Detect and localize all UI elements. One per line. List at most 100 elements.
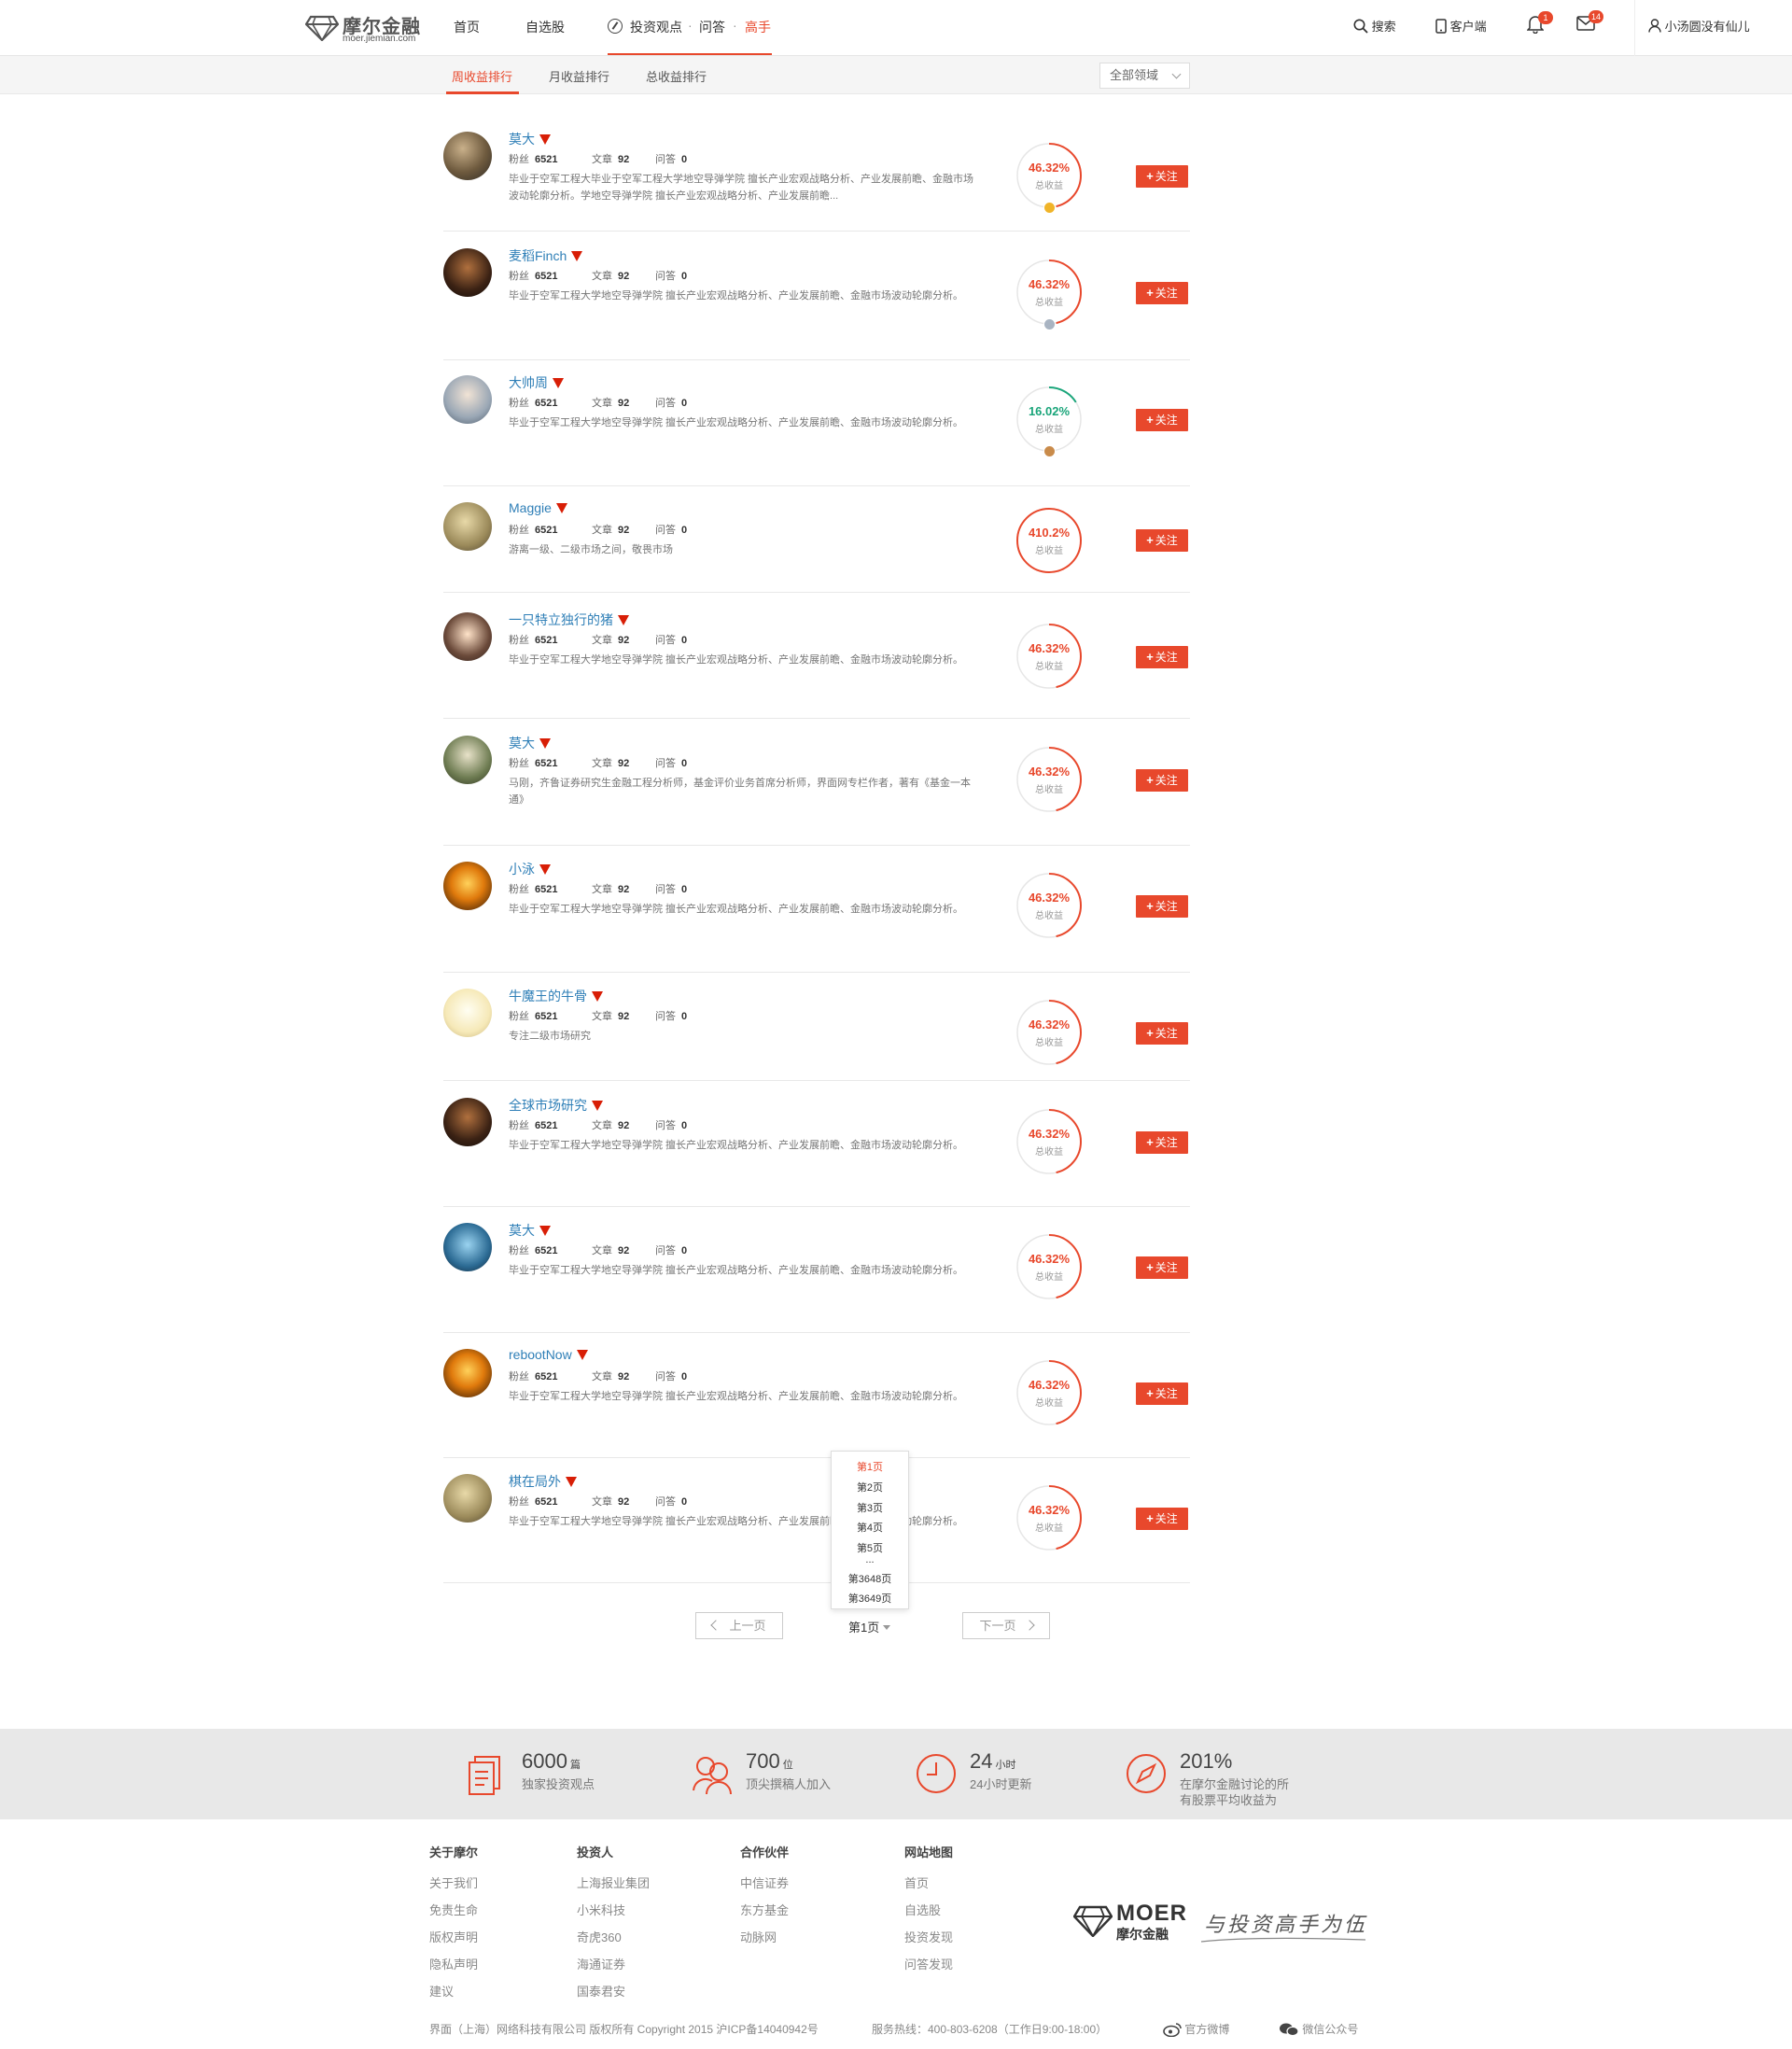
nav-experts[interactable]: 高手 (745, 18, 771, 36)
footer-link[interactable]: 海通证券 (577, 1955, 650, 1982)
notification-badge: 1 (1538, 11, 1553, 24)
tab-weekly[interactable]: 周收益排行 (452, 67, 512, 85)
footer-link[interactable]: 中信证券 (740, 1874, 789, 1901)
qa-count: 问答 0 (655, 1245, 688, 1256)
footer-link[interactable]: 奇虎360 (577, 1928, 650, 1955)
avatar[interactable] (443, 375, 492, 424)
follow-button[interactable]: + 关注 (1136, 769, 1188, 792)
page-option[interactable]: 第5页 (832, 1540, 908, 1555)
qa-count-value: 0 (681, 635, 688, 646)
user-name[interactable]: 麦稻Finch (509, 246, 583, 265)
weibo-link[interactable]: 官方微博 (1163, 2021, 1229, 2038)
page-option[interactable]: 第3页 (832, 1500, 908, 1515)
follow-button[interactable]: + 关注 (1136, 646, 1188, 668)
search-button[interactable]: 搜索 (1353, 17, 1396, 35)
verified-v-icon (539, 738, 551, 749)
divider (1634, 0, 1635, 56)
avatar[interactable] (443, 1349, 492, 1397)
nav-opinions[interactable]: 投资观点 (630, 18, 682, 36)
current-page-select[interactable]: 第1页 (848, 1618, 891, 1635)
follow-button[interactable]: + 关注 (1136, 1382, 1188, 1405)
avatar[interactable] (443, 502, 492, 551)
article-count: 文章 92 (592, 635, 630, 646)
avatar[interactable] (443, 736, 492, 784)
avatar[interactable] (443, 132, 492, 180)
medal-icon (1043, 318, 1056, 330)
follow-button[interactable]: + 关注 (1136, 282, 1188, 304)
footer-link[interactable]: 关于我们 (429, 1874, 478, 1901)
avatar[interactable] (443, 1098, 492, 1146)
user-name[interactable]: 小泳 (509, 860, 551, 878)
follow-button[interactable]: + 关注 (1136, 895, 1188, 918)
user-name[interactable]: 莫大 (509, 734, 551, 752)
follow-button[interactable]: + 关注 (1136, 409, 1188, 431)
footer-col-title: 投资人 (577, 1846, 614, 1860)
slogan-underline (1200, 1937, 1366, 1943)
nav-qa[interactable]: 问答 (699, 18, 725, 36)
diamond-logo-icon (1073, 1905, 1113, 1937)
page-option[interactable]: 第2页 (832, 1480, 908, 1495)
people-icon (693, 1757, 732, 1795)
footer-link[interactable]: 国泰君安 (577, 1982, 650, 2009)
footer-link[interactable]: 问答发现 (904, 1955, 953, 1982)
user-name[interactable]: rebootNow (509, 1347, 588, 1362)
footer-link[interactable]: 小米科技 (577, 1901, 650, 1928)
page-option[interactable]: 第3648页 (832, 1571, 908, 1586)
wechat-link[interactable]: 微信公众号 (1279, 2021, 1358, 2037)
user-menu[interactable]: 小汤圆没有仙儿 (1648, 17, 1750, 35)
footer-link[interactable]: 自选股 (904, 1901, 953, 1928)
follow-button[interactable]: + 关注 (1136, 1022, 1188, 1045)
user-name[interactable]: 全球市场研究 (509, 1096, 603, 1115)
footer-col-title: 关于摩尔 (429, 1846, 479, 1860)
avatar[interactable] (443, 1223, 492, 1271)
footer-link[interactable]: 投资发现 (904, 1928, 953, 1955)
avatar[interactable] (443, 1474, 492, 1523)
site-logo[interactable]: 摩尔金融 moer.jiemian.com (305, 9, 425, 47)
footer-link[interactable]: 上海报业集团 (577, 1874, 650, 1901)
plus-icon: + (1146, 1135, 1154, 1149)
nav-home[interactable]: 首页 (454, 18, 480, 36)
page-option[interactable]: 第4页 (832, 1520, 908, 1535)
user-name[interactable]: 莫大 (509, 1221, 551, 1240)
page-option[interactable]: 第1页 (832, 1459, 908, 1474)
user-name[interactable]: Maggie (509, 500, 567, 515)
follow-button[interactable]: + 关注 (1136, 1256, 1188, 1279)
user-bio: 毕业于空军工程大学地空导弹学院 擅长产业宏观战略分析、产业发展前瞻、金融市场波动… (509, 1140, 964, 1151)
user-name[interactable]: 大帅周 (509, 373, 564, 392)
footer-link[interactable]: 隐私声明 (429, 1955, 478, 1982)
return-label: 总收益 (1035, 1272, 1063, 1283)
return-ring (1016, 1234, 1082, 1299)
qa-count-value: 0 (681, 1371, 688, 1382)
tab-monthly[interactable]: 月收益排行 (549, 67, 609, 85)
next-page-button[interactable]: 下一页 (962, 1612, 1050, 1639)
plus-icon: + (1146, 533, 1154, 547)
client-button[interactable]: 客户端 (1435, 17, 1487, 35)
footer-link[interactable]: 建议 (429, 1982, 478, 2009)
footer-link[interactable]: 免责生命 (429, 1901, 478, 1928)
avatar[interactable] (443, 862, 492, 910)
avatar[interactable] (443, 612, 492, 661)
avatar[interactable] (443, 248, 492, 297)
follow-button[interactable]: + 关注 (1136, 1131, 1188, 1154)
avatar[interactable] (443, 989, 492, 1037)
article-count-value: 92 (618, 1371, 630, 1382)
footer-link[interactable]: 东方基金 (740, 1901, 789, 1928)
tab-total[interactable]: 总收益排行 (646, 67, 707, 85)
user-name[interactable]: 牛魔王的牛骨 (509, 987, 603, 1005)
follow-button[interactable]: + 关注 (1136, 529, 1188, 552)
user-name[interactable]: 一只特立独行的猪 (509, 610, 629, 629)
footer-link[interactable]: 首页 (904, 1874, 953, 1901)
follow-button[interactable]: + 关注 (1136, 1508, 1188, 1530)
domain-select[interactable]: 全部领域 (1099, 63, 1190, 89)
footer-link[interactable]: 版权声明 (429, 1928, 478, 1955)
footer-link[interactable]: 动脉网 (740, 1928, 789, 1955)
user-name[interactable]: 棋在局外 (509, 1472, 577, 1491)
user-name[interactable]: 莫大 (509, 130, 551, 148)
page-option[interactable]: 第3649页 (832, 1591, 908, 1606)
footer-col-investors: 投资人 上海报业集团 小米科技 奇虎360 海通证券 国泰君安 (577, 1843, 650, 2009)
nav-watchlist[interactable]: 自选股 (525, 18, 565, 36)
prev-page-button[interactable]: 上一页 (695, 1612, 783, 1639)
follow-button[interactable]: + 关注 (1136, 165, 1188, 188)
list-item: 一只特立独行的猪 粉丝 6521 文章 92 问答 0 毕业于空军工程大学地空导弹学院 擅长产… (443, 598, 1190, 719)
verified-v-icon (553, 378, 564, 388)
